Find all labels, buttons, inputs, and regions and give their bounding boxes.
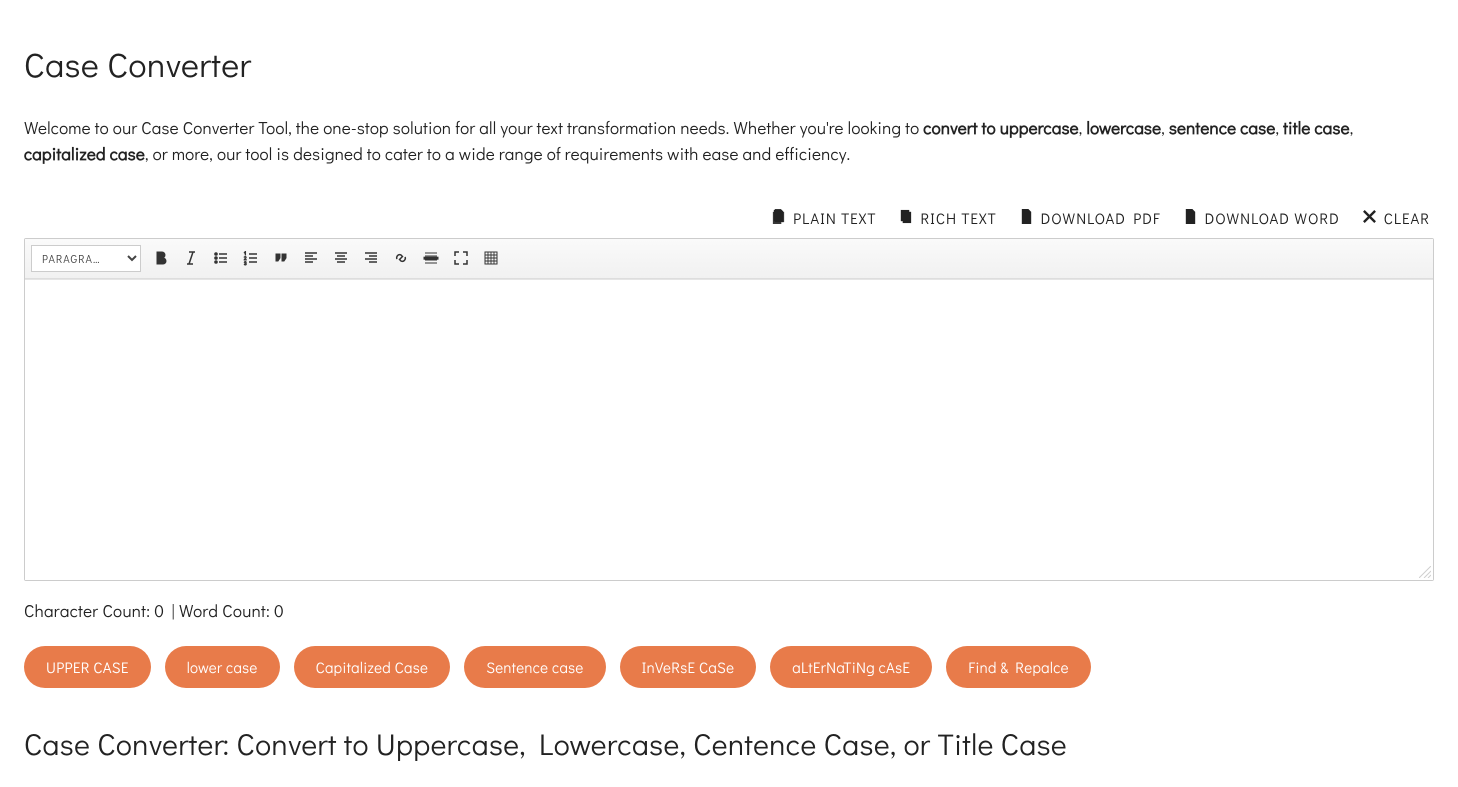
editor: PARAGRA… 123 xyxy=(24,238,1434,581)
char-count-label: Character Count: xyxy=(24,599,154,622)
intro-paragraph: Welcome to our Case Converter Tool, the … xyxy=(24,115,1434,168)
download-word-button[interactable]: DOWNLOAD WORD xyxy=(1183,208,1340,228)
word-count-label: Word Count: xyxy=(179,599,274,622)
counts-line: Character Count: 0 | Word Count: 0 xyxy=(24,599,1434,622)
intro-text: Welcome to our Case Converter Tool, the … xyxy=(24,116,923,139)
blockquote-button[interactable] xyxy=(271,248,291,268)
copy-icon xyxy=(771,208,786,228)
editor-textarea[interactable] xyxy=(25,280,1433,580)
sub-heading: Case Converter: Convert to Uppercase, Lo… xyxy=(24,724,1434,763)
page-title: Case Converter xyxy=(24,42,1434,87)
ordered-list-button[interactable]: 123 xyxy=(241,248,261,268)
svg-text:3: 3 xyxy=(244,261,247,266)
fullscreen-button[interactable] xyxy=(451,248,471,268)
lower-case-button[interactable]: lower case xyxy=(165,646,280,688)
case-buttons-row: UPPER CASE lower case Capitalized Case S… xyxy=(24,646,1434,688)
resize-grip-icon[interactable] xyxy=(1419,566,1431,578)
download-pdf-button[interactable]: DOWNLOAD PDF xyxy=(1019,208,1161,228)
rich-text-button[interactable]: RICH TEXT xyxy=(898,208,996,228)
align-right-button[interactable] xyxy=(361,248,381,268)
italic-button[interactable] xyxy=(181,248,201,268)
count-sep: | xyxy=(164,599,179,622)
plain-text-label: PLAIN TEXT xyxy=(793,208,876,228)
word-count-value: 0 xyxy=(274,599,284,622)
download-pdf-label: DOWNLOAD PDF xyxy=(1041,208,1161,228)
upper-case-button[interactable]: UPPER CASE xyxy=(24,646,151,688)
top-actions-bar: PLAIN TEXT RICH TEXT DOWNLOAD PDF DOWNLO… xyxy=(24,208,1434,228)
clear-label: CLEAR xyxy=(1384,208,1430,228)
find-replace-button[interactable]: Find & Repalce xyxy=(946,646,1091,688)
intro-sep: , xyxy=(1350,116,1354,139)
align-left-button[interactable] xyxy=(301,248,321,268)
clear-button[interactable]: CLEAR xyxy=(1362,208,1430,228)
file-word-icon xyxy=(1183,208,1198,228)
bold-button[interactable] xyxy=(151,248,171,268)
intro-text: , or more, our tool is designed to cater… xyxy=(145,142,850,165)
rich-text-label: RICH TEXT xyxy=(920,208,996,228)
file-pdf-icon xyxy=(1019,208,1034,228)
source-button[interactable] xyxy=(481,248,501,268)
inverse-case-button[interactable]: InVeRsE CaSe xyxy=(620,646,757,688)
unordered-list-button[interactable] xyxy=(211,248,231,268)
format-select[interactable]: PARAGRA… xyxy=(31,245,141,272)
intro-sep: , xyxy=(1161,116,1169,139)
plain-text-button[interactable]: PLAIN TEXT xyxy=(771,208,876,228)
hr-button[interactable] xyxy=(421,248,441,268)
intro-bold-title: title case xyxy=(1283,116,1350,139)
close-icon xyxy=(1362,208,1377,228)
editor-toolbar: PARAGRA… 123 xyxy=(25,239,1433,279)
link-button[interactable] xyxy=(391,248,411,268)
intro-bold-sentence: sentence case xyxy=(1169,116,1276,139)
align-center-button[interactable] xyxy=(331,248,351,268)
sentence-case-button[interactable]: Sentence case xyxy=(464,646,605,688)
copy-icon xyxy=(898,208,913,228)
download-word-label: DOWNLOAD WORD xyxy=(1205,208,1340,228)
intro-bold-capitalized: capitalized case xyxy=(24,142,145,165)
char-count-value: 0 xyxy=(154,599,164,622)
capitalized-case-button[interactable]: Capitalized Case xyxy=(294,646,451,688)
alternating-case-button[interactable]: aLtErNaTiNg cAsE xyxy=(770,646,932,688)
intro-bold-uppercase: convert to uppercase xyxy=(923,116,1079,139)
intro-bold-lowercase: lowercase xyxy=(1086,116,1161,139)
